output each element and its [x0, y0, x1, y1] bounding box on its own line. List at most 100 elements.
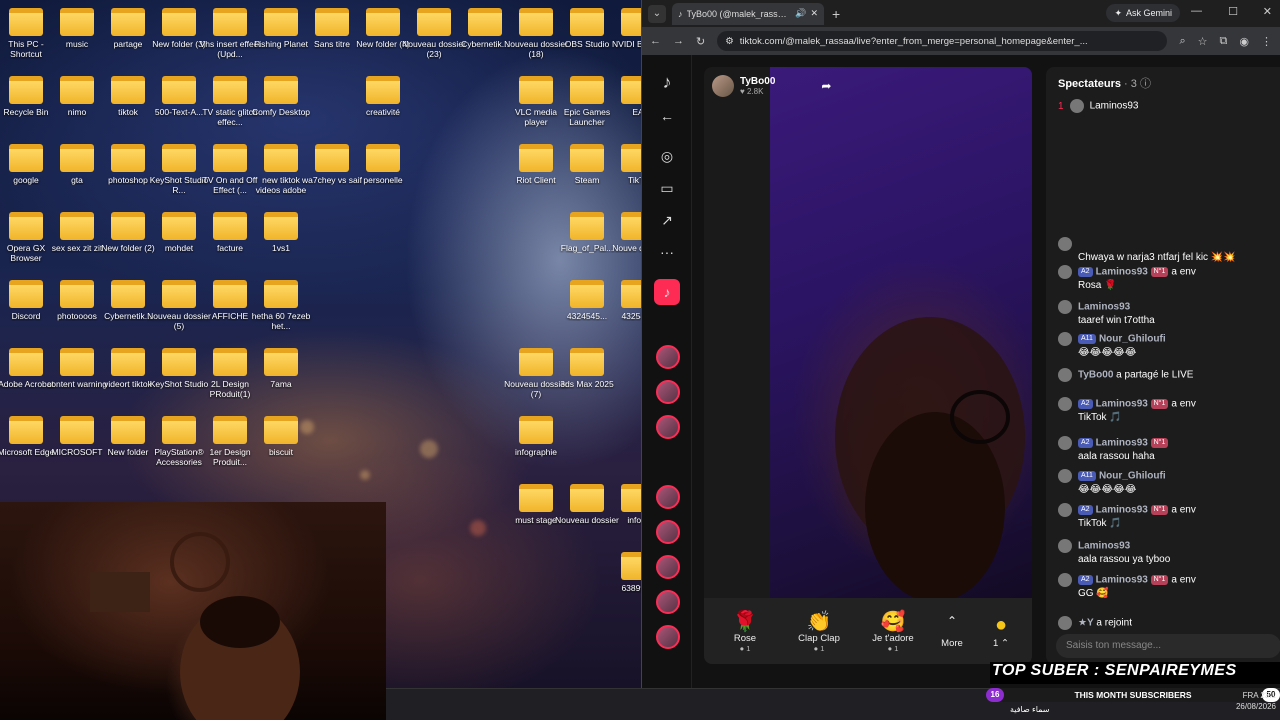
tab-bar: ⌄ ♪ TyBo00 (@malek_rassaa) e... 🔊 ✕ + ✦A… — [642, 0, 1280, 27]
desktop-icon[interactable]: biscuit — [249, 416, 313, 457]
live-avatar[interactable] — [656, 590, 680, 614]
gift-je-tadore[interactable]: 🥰 Je t'adore ● 1 — [858, 609, 928, 653]
desktop-icon[interactable]: personelle — [351, 144, 415, 185]
back-arrow-icon[interactable]: ← — [654, 103, 680, 129]
share-nav-icon[interactable]: ↗ — [654, 207, 680, 233]
chat-username[interactable]: Laminos93 — [1096, 505, 1148, 516]
address-bar-row: ← → ↻ ⚙ tiktok.com/@malek_rassaa/live?ent… — [642, 27, 1280, 55]
more-dots-icon[interactable]: ··· — [654, 239, 680, 265]
desktop-icon[interactable]: Comfy Desktop — [249, 76, 313, 117]
desktop-icon[interactable]: creativité — [351, 76, 415, 117]
chat-action: a env — [1171, 398, 1196, 410]
tab-tiktok-live[interactable]: ♪ TyBo00 (@malek_rassaa) e... 🔊 ✕ — [672, 2, 824, 25]
chat-message[interactable]: TyBo00 a partagé le LIVE — [1058, 368, 1280, 382]
close-tab-icon[interactable]: ✕ — [810, 8, 818, 19]
maximize-button[interactable]: ☐ — [1228, 5, 1238, 18]
clock-date[interactable]: 26/08/2026 — [1236, 702, 1276, 711]
reload-icon[interactable]: ↻ — [696, 35, 705, 48]
folder-icon — [366, 8, 400, 36]
live-video[interactable] — [770, 67, 1032, 607]
host-avatar[interactable] — [712, 75, 734, 97]
folder-icon — [9, 144, 43, 172]
desktop-icon[interactable]: 7ama — [249, 348, 313, 389]
chat-message[interactable]: A2 Laminos93 N°1 a env TikTok 🎵 — [1058, 503, 1280, 530]
tiktok-logo-icon[interactable]: ♪ — [654, 69, 680, 95]
more-gifts-button[interactable]: ⌃ More — [932, 614, 972, 649]
chat-avatar — [1058, 469, 1072, 483]
folder-icon — [570, 76, 604, 104]
zoom-icon[interactable]: ⌕ — [1179, 35, 1185, 48]
url-field[interactable]: ⚙ tiktok.com/@malek_rassaa/live?enter_fro… — [717, 31, 1168, 51]
chat-username[interactable]: Laminos93 — [1096, 438, 1148, 449]
chat-message[interactable]: A2 Laminos93 N°1 a env TikTok 🎵 — [1058, 397, 1280, 424]
live-avatar[interactable] — [656, 520, 680, 544]
chat-username[interactable]: Laminos93 — [1096, 267, 1148, 278]
folder-icon — [162, 416, 196, 444]
chat-message[interactable]: A2 Laminos93 N°1 aala rassou haha — [1058, 436, 1280, 463]
close-window-button[interactable]: ✕ — [1263, 5, 1272, 18]
chat-input[interactable]: Saisis ton message... — [1056, 634, 1280, 658]
live-avatar[interactable] — [656, 555, 680, 579]
desktop-icon[interactable]: infographie — [504, 416, 568, 457]
live-creator-icon[interactable]: ♪ — [654, 279, 680, 305]
folder-icon — [519, 8, 553, 36]
lang-indicator[interactable]: FRA — [1243, 691, 1259, 700]
system-tray[interactable]: FRA 23:1 26/08/2026 — [1236, 690, 1276, 712]
site-info-icon[interactable]: ⚙ — [725, 36, 734, 47]
chat-message[interactable]: Laminos93 aala rassou ya tyboo — [1058, 539, 1280, 566]
chat-message[interactable]: A11 Nour_Ghiloufi 😂😂😂😂😂 — [1058, 469, 1280, 496]
chat-action: a partagé le LIVE — [1116, 369, 1194, 381]
gift-clap-clap[interactable]: 👏 Clap Clap ● 1 — [784, 609, 854, 653]
coins-label: 1 — [993, 637, 999, 649]
webcam-scene — [90, 532, 300, 720]
host-likes-value: 2.8K — [746, 87, 764, 96]
chat-username[interactable]: Laminos93 — [1096, 399, 1148, 410]
folder-icon — [60, 212, 94, 240]
gift-rose[interactable]: 🌹 Rose ● 1 — [710, 609, 780, 653]
share-icon[interactable]: ➦ — [821, 79, 831, 93]
live-avatar[interactable] — [656, 415, 680, 439]
chat-message[interactable]: A2 Laminos93 N°1 a env Rosa 🌹 — [1058, 265, 1280, 292]
chat-username[interactable]: Laminos93 — [1078, 541, 1130, 552]
live-avatar[interactable] — [656, 345, 680, 369]
chat-username[interactable]: ★Y — [1078, 618, 1094, 629]
new-tab-button[interactable]: + — [832, 6, 840, 22]
chat-message[interactable]: ★Y a rejoint — [1058, 616, 1280, 630]
audio-icon[interactable]: 🔊 — [795, 8, 806, 19]
chat-message[interactable]: A11 Nour_Ghiloufi 😂😂😂😂😂 — [1058, 332, 1280, 359]
info-icon[interactable]: ⓘ — [1140, 78, 1151, 90]
chat-message[interactable]: A2 Laminos93 N°1 a env GG 🥰 — [1058, 573, 1280, 600]
folder-icon — [519, 76, 553, 104]
ask-gemini-button[interactable]: ✦ Ask Gemini — [1106, 4, 1180, 22]
tab-search-button[interactable]: ⌄ — [648, 4, 666, 23]
bookmark-star-icon[interactable]: ☆ — [1198, 35, 1208, 48]
video-camera-icon[interactable]: ▭ — [654, 175, 680, 201]
forward-icon[interactable]: → — [673, 35, 684, 47]
chat-username[interactable]: Laminos93 — [1096, 575, 1148, 586]
chat-message[interactable]: Laminos93 taaref win t7ottha — [1058, 300, 1280, 327]
live-avatar[interactable] — [656, 485, 680, 509]
viewer-row[interactable]: 1 Laminos93 — [1058, 99, 1280, 113]
desktop-icon[interactable]: 3ds Max 2025 — [555, 348, 619, 389]
clock-time[interactable]: 23:1 — [1260, 691, 1276, 700]
coins-value: 1 ⌃ — [993, 637, 1009, 649]
chat-action: a env — [1171, 574, 1196, 586]
desktop-icon[interactable]: hetha 60 7ezeb het... — [249, 280, 313, 331]
chat-username[interactable]: Nour_Ghiloufi — [1099, 471, 1166, 482]
profile-nav-icon[interactable]: ◎ — [654, 143, 680, 169]
host-info[interactable]: TyBo00 ♥ 2.8K ➦ — [712, 75, 831, 97]
chat-message[interactable]: Chwaya w narja3 ntfarj fel kic 💥💥 — [1058, 237, 1280, 264]
minimize-button[interactable]: — — [1191, 5, 1202, 17]
extensions-icon[interactable]: ⧉ — [1220, 35, 1228, 48]
chat-username[interactable]: TyBo00 — [1078, 370, 1113, 381]
coins-button[interactable]: ● 1 ⌃ — [976, 614, 1026, 649]
chat-username[interactable]: Nour_Ghiloufi — [1099, 334, 1166, 345]
back-icon[interactable]: ← — [650, 35, 661, 47]
live-avatar[interactable] — [656, 380, 680, 404]
level-value: 2 — [1085, 400, 1090, 407]
menu-icon[interactable]: ⋮ — [1261, 35, 1272, 48]
live-avatar[interactable] — [656, 625, 680, 649]
profile-avatar[interactable]: ◉ — [1239, 35, 1249, 48]
chat-username[interactable]: Laminos93 — [1078, 302, 1130, 313]
desktop-icon[interactable]: 1vs1 — [249, 212, 313, 253]
